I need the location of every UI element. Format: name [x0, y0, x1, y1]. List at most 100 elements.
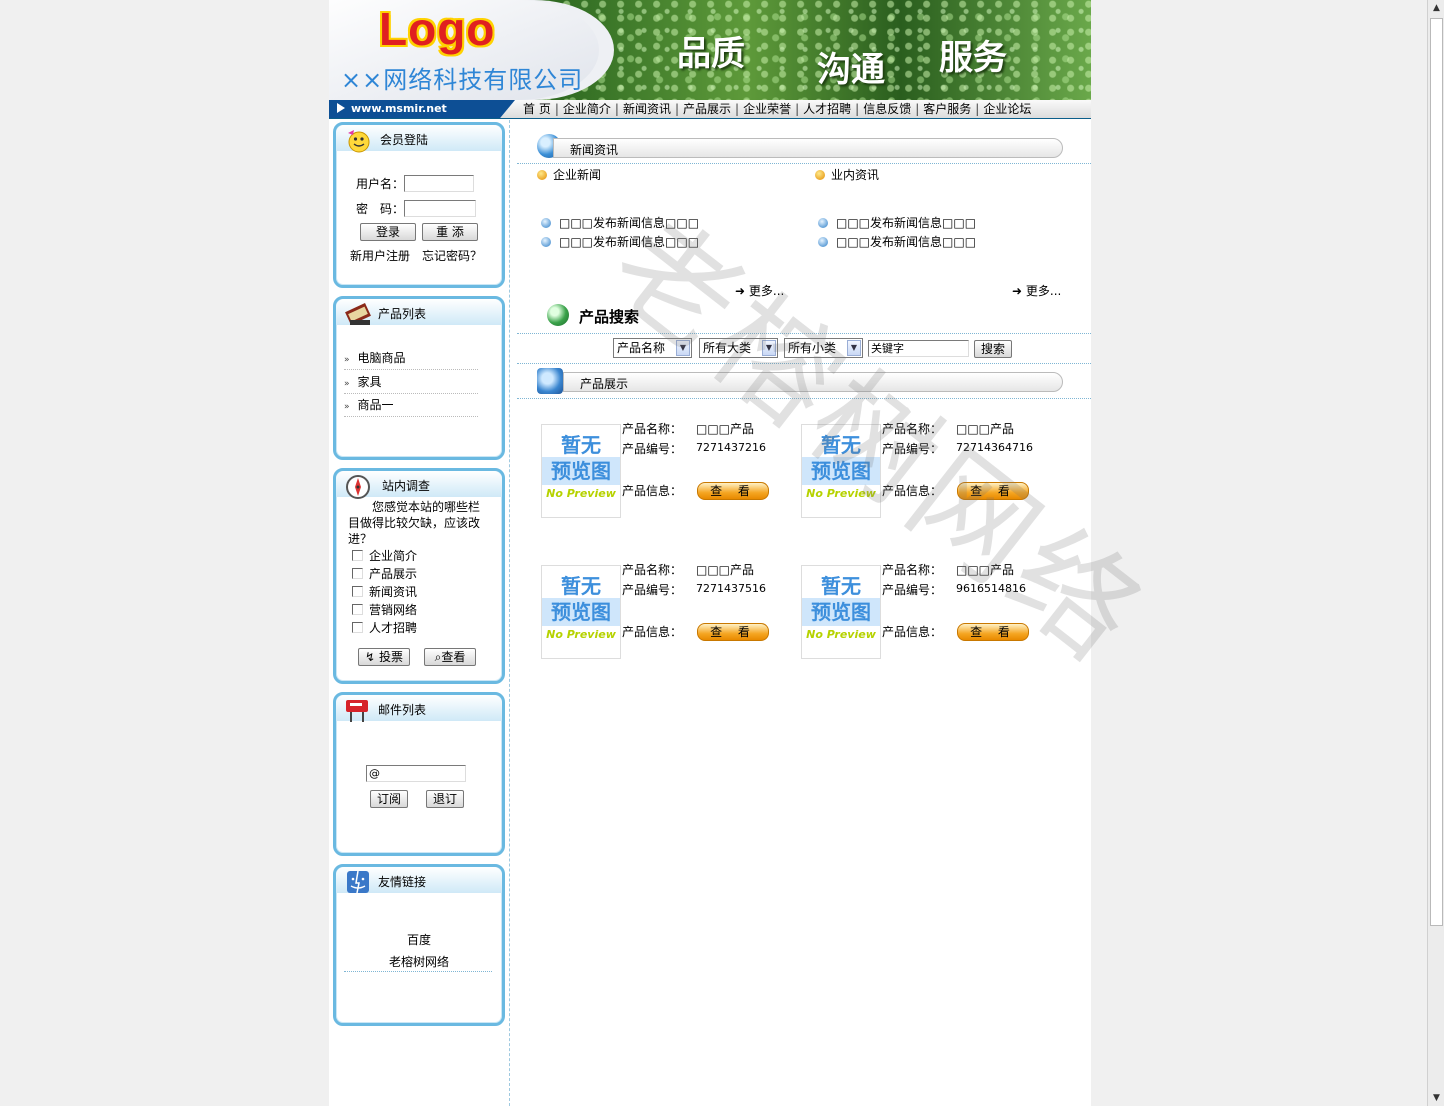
double-arrow-icon: »: [344, 379, 350, 389]
survey-option[interactable]: 营销网络: [352, 601, 417, 618]
scroll-up-arrow-icon[interactable]: ▲: [1429, 0, 1444, 16]
smiley-icon: [348, 130, 370, 153]
product-name: □□□产品: [696, 422, 755, 436]
showcase-section-bar: 产品展示: [563, 372, 1063, 392]
email-input[interactable]: @: [366, 765, 466, 782]
book-icon: [345, 303, 371, 325]
password-input[interactable]: [404, 200, 476, 217]
bullet-icon: [541, 218, 551, 228]
product-category-item[interactable]: » 家具: [344, 371, 478, 394]
forgot-password-link[interactable]: 忘记密码？: [422, 247, 482, 264]
nav-forum[interactable]: 企业论坛: [979, 100, 1035, 118]
product-category-item[interactable]: » 电脑商品: [344, 347, 478, 370]
scroll-down-arrow-icon[interactable]: ▼: [1429, 1090, 1444, 1106]
slogan-quality: 品质: [677, 34, 745, 74]
bullet-icon: [818, 218, 828, 228]
checkbox[interactable]: [352, 586, 363, 597]
product-list-title: 产品列表: [378, 307, 427, 321]
view-product-button[interactable]: 查 看: [697, 623, 769, 641]
friend-link[interactable]: 百度: [336, 931, 502, 948]
product-name-label: 产品名称：: [882, 422, 943, 436]
news-title: 新闻资讯: [570, 143, 619, 157]
finder-face-icon: [347, 870, 369, 894]
keyword-input[interactable]: 关键字: [868, 340, 969, 357]
view-product-button[interactable]: 查 看: [957, 623, 1029, 641]
play-icon: [337, 103, 345, 113]
category-select[interactable]: 所有大类 ▼: [699, 338, 778, 358]
product-code: 7271437216: [696, 441, 766, 454]
product-thumbnail[interactable]: 暂无 预览图 No Preview: [541, 424, 621, 518]
checkbox[interactable]: [352, 550, 363, 561]
view-product-button[interactable]: 查 看: [957, 482, 1029, 500]
vote-button[interactable]: ↯ 投票: [358, 648, 410, 666]
bullet-icon: [537, 170, 547, 180]
nav-service[interactable]: 客户服务: [919, 100, 975, 118]
login-button[interactable]: 登录: [360, 223, 416, 241]
nav-jobs[interactable]: 人才招聘: [799, 100, 855, 118]
header-banner: Logo ××网络科技有限公司 品质 沟通 服务: [329, 0, 1091, 100]
product-info-label: 产品信息：: [882, 484, 943, 498]
product-thumbnail[interactable]: 暂无 预览图 No Preview: [541, 565, 621, 659]
view-results-button[interactable]: ⌕查看: [424, 648, 476, 666]
mailbox-icon: [346, 700, 368, 722]
bullet-icon: [815, 170, 825, 180]
news-item[interactable]: □□□发布新闻信息□□□: [818, 214, 976, 231]
nav-honors[interactable]: 企业荣誉: [739, 100, 795, 118]
password-label: 密 码：: [356, 202, 405, 216]
survey-option[interactable]: 产品展示: [352, 565, 417, 582]
vertical-scrollbar[interactable]: ▲ ▼: [1427, 0, 1444, 1106]
product-search-title: 产品搜索: [579, 308, 640, 326]
nav-news[interactable]: 新闻资讯: [619, 100, 675, 118]
search-button[interactable]: 搜索: [974, 340, 1012, 358]
reset-button[interactable]: 重 添: [422, 223, 478, 241]
nav-bar: www.msmir.net 首 页 | 企业简介 | 新闻资讯 | 产品展示 | 企业荣…: [329, 100, 1091, 119]
product-thumbnail[interactable]: 暂无 预览图 No Preview: [801, 424, 881, 518]
arrow-right-icon: ➜: [735, 284, 746, 298]
news-item[interactable]: □□□发布新闻信息□□□: [541, 214, 699, 231]
news-col-industry[interactable]: 业内资讯: [815, 166, 879, 183]
news-item[interactable]: □□□发布新闻信息□□□: [541, 233, 699, 250]
username-label: 用户名：: [356, 177, 405, 191]
survey-option[interactable]: 企业简介: [352, 547, 417, 564]
news-more-link[interactable]: ➜ 更多...: [735, 282, 784, 299]
product-name: □□□产品: [696, 563, 755, 577]
company-name: ××网络科技有限公司: [341, 66, 584, 94]
register-link[interactable]: 新用户注册: [350, 247, 410, 264]
nav-products[interactable]: 产品展示: [679, 100, 735, 118]
logo[interactable]: Logo: [379, 2, 495, 56]
search-globe-icon: [547, 304, 569, 326]
news-item[interactable]: □□□发布新闻信息□□□: [818, 233, 976, 250]
product-list-box: 产品列表 » 电脑商品 » 家具 » 商品一: [333, 296, 505, 460]
checkbox[interactable]: [352, 568, 363, 579]
product-name-label: 产品名称：: [622, 422, 683, 436]
view-product-button[interactable]: 查 看: [697, 482, 769, 500]
checkbox[interactable]: [352, 604, 363, 615]
slogan-service: 服务: [939, 38, 1007, 78]
product-code: 7271437516: [696, 582, 766, 595]
username-input[interactable]: [404, 175, 474, 192]
survey-option[interactable]: 新闻资讯: [352, 583, 417, 600]
site-url-badge: www.msmir.net: [329, 100, 515, 118]
nav-about[interactable]: 企业简介: [559, 100, 615, 118]
nav-feedback[interactable]: 信息反馈: [859, 100, 915, 118]
nav-home[interactable]: 首 页: [519, 100, 555, 118]
bullet-icon: [818, 237, 828, 247]
product-info-label: 产品信息：: [622, 484, 683, 498]
friend-link[interactable]: 老榕树网络: [336, 953, 502, 970]
industry-more-link[interactable]: ➜ 更多...: [1012, 282, 1061, 299]
survey-option[interactable]: 人才招聘: [352, 619, 417, 636]
showcase-icon: [537, 368, 563, 394]
scroll-thumb[interactable]: [1430, 18, 1443, 926]
product-thumbnail[interactable]: 暂无 预览图 No Preview: [801, 565, 881, 659]
chevron-down-icon: ▼: [847, 340, 861, 356]
subscribe-button[interactable]: 订阅: [370, 790, 408, 808]
friend-links-title: 友情链接: [378, 875, 427, 889]
checkbox[interactable]: [352, 622, 363, 633]
news-section-bar: 新闻资讯: [553, 138, 1063, 158]
product-code-label: 产品编号：: [882, 442, 943, 456]
product-category-item[interactable]: » 商品一: [344, 394, 478, 417]
subcategory-select[interactable]: 所有小类 ▼: [784, 338, 863, 358]
news-col-company[interactable]: 企业新闻: [537, 166, 601, 183]
search-field-select[interactable]: 产品名称 ▼: [613, 338, 692, 358]
unsubscribe-button[interactable]: 退订: [426, 790, 464, 808]
